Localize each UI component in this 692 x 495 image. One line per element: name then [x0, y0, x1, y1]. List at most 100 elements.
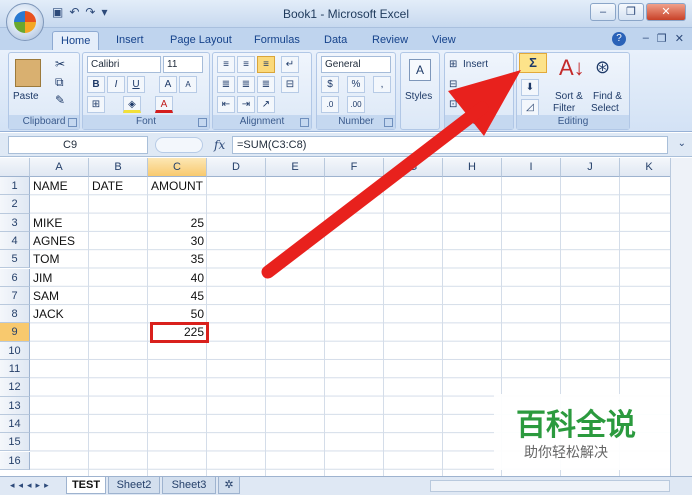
cut-icon[interactable]: ✂	[55, 57, 65, 71]
fill-color-icon[interactable]: ◈	[123, 96, 141, 113]
maximize-button[interactable]: ❐	[618, 3, 644, 21]
insert-cells-icon[interactable]: ⊞	[449, 59, 457, 70]
align-right-icon[interactable]: ≣	[257, 76, 275, 93]
sheet-tab-sheet3[interactable]: Sheet3	[162, 477, 216, 494]
orientation-icon[interactable]: ↗	[257, 96, 275, 113]
cell-a4[interactable]: AGNES	[33, 232, 86, 250]
comma-icon[interactable]: ,	[373, 76, 391, 93]
insert-cells-button[interactable]: Insert	[463, 59, 488, 70]
grow-font-button[interactable]: A	[159, 76, 177, 93]
column-header-i[interactable]: I	[502, 158, 561, 177]
shrink-font-button[interactable]: A	[179, 76, 197, 93]
cell-c6[interactable]: 40	[151, 269, 204, 287]
align-center-icon[interactable]: ≣	[237, 76, 255, 93]
cell-a7[interactable]: SAM	[33, 287, 86, 305]
increase-decimal-icon[interactable]: .0	[321, 96, 339, 113]
percent-icon[interactable]: %	[347, 76, 365, 93]
currency-icon[interactable]: $	[321, 76, 339, 93]
cell-b1[interactable]: DATE	[92, 177, 145, 195]
styles-icon[interactable]: A	[409, 59, 431, 81]
insert-function-icon[interactable]: fx	[214, 138, 225, 152]
tab-insert[interactable]: Insert	[108, 31, 152, 50]
italic-button[interactable]: I	[107, 76, 125, 93]
decrease-indent-icon[interactable]: ⇤	[217, 96, 235, 113]
tab-home[interactable]: Home	[52, 31, 100, 50]
align-left-icon[interactable]: ≣	[217, 76, 235, 93]
clipboard-launcher-icon[interactable]	[68, 118, 77, 127]
styles-button[interactable]: Styles	[405, 91, 432, 102]
column-header-c[interactable]: C	[148, 158, 207, 177]
name-box[interactable]: C9	[8, 136, 148, 154]
row-header-3[interactable]: 3	[0, 213, 30, 232]
cell-a1[interactable]: NAME	[33, 177, 86, 195]
row-header-9[interactable]: 9	[0, 323, 30, 342]
row-header-1[interactable]: 1	[0, 177, 30, 196]
column-header-e[interactable]: E	[266, 158, 325, 177]
font-size-select[interactable]: 11	[163, 56, 203, 73]
horizontal-scrollbar[interactable]	[430, 480, 670, 492]
workbook-close-icon[interactable]: ✕	[675, 32, 684, 45]
help-icon[interactable]: ?	[612, 32, 626, 46]
sort-filter-label-line2[interactable]: Filter	[553, 103, 575, 114]
expand-formula-icon[interactable]: ⌄	[678, 138, 686, 149]
number-launcher-icon[interactable]	[384, 118, 393, 127]
minimize-button[interactable]: –	[590, 3, 616, 21]
vertical-scrollbar[interactable]	[670, 158, 692, 476]
column-header-g[interactable]: G	[384, 158, 443, 177]
tab-review[interactable]: Review	[364, 31, 416, 50]
number-format-select[interactable]: General	[321, 56, 391, 73]
row-header-14[interactable]: 14	[0, 414, 30, 434]
row-header-8[interactable]: 8	[0, 305, 30, 324]
cell-c8[interactable]: 50	[151, 305, 204, 323]
row-header-5[interactable]: 5	[0, 250, 30, 269]
bottom-align-icon[interactable]: ≡	[257, 56, 275, 73]
column-header-k[interactable]: K	[620, 158, 670, 177]
delete-cells-icon[interactable]: ⊟	[449, 79, 457, 90]
workbook-restore-icon[interactable]: ❐	[657, 32, 667, 45]
row-header-16[interactable]: 16	[0, 451, 30, 470]
middle-align-icon[interactable]: ≡	[237, 56, 255, 73]
row-header-10[interactable]: 10	[0, 341, 30, 360]
cell-c5[interactable]: 35	[151, 250, 204, 268]
row-header-13[interactable]: 13	[0, 396, 30, 415]
row-header-7[interactable]: 7	[0, 286, 30, 306]
underline-button[interactable]: U	[127, 76, 145, 93]
increase-indent-icon[interactable]: ⇥	[237, 96, 255, 113]
binoculars-icon[interactable]: ⊛	[595, 57, 610, 78]
sort-filter-icon[interactable]: A↓	[559, 55, 585, 81]
column-header-b[interactable]: B	[89, 158, 148, 177]
tab-formulas[interactable]: Formulas	[246, 31, 308, 50]
close-button[interactable]: ✕	[646, 3, 686, 21]
top-align-icon[interactable]: ≡	[217, 56, 235, 73]
cell-a5[interactable]: TOM	[33, 250, 86, 268]
paste-button[interactable]: Paste	[13, 91, 39, 102]
column-header-a[interactable]: A	[30, 158, 89, 177]
row-header-12[interactable]: 12	[0, 378, 30, 397]
column-header-h[interactable]: H	[443, 158, 502, 177]
formula-bar-button[interactable]	[155, 137, 203, 153]
tab-data[interactable]: Data	[316, 31, 355, 50]
insert-sheet-icon[interactable]: ✲	[218, 477, 240, 494]
format-cells-icon[interactable]: ⊡	[449, 99, 457, 110]
borders-icon[interactable]: ⊞	[87, 96, 105, 113]
formula-input[interactable]: =SUM(C3:C8)	[232, 136, 668, 154]
row-header-2[interactable]: 2	[0, 195, 30, 214]
sheet-tab-sheet2[interactable]: Sheet2	[108, 477, 160, 494]
merge-center-icon[interactable]: ⊟	[281, 76, 299, 93]
row-header-11[interactable]: 11	[0, 360, 30, 379]
sheet-tab-test[interactable]: TEST	[66, 477, 106, 494]
copy-icon[interactable]: ⧉	[55, 75, 64, 90]
row-header-15[interactable]: 15	[0, 433, 30, 452]
find-select-label-line2[interactable]: Select	[591, 103, 619, 114]
fill-icon[interactable]: ⬇	[521, 79, 539, 96]
sheet-nav-arrows-icon[interactable]: ◂◂◂▸▸	[10, 480, 53, 491]
alignment-launcher-icon[interactable]	[300, 118, 309, 127]
cell-a6[interactable]: JIM	[33, 269, 86, 287]
selected-cell-c9[interactable]	[150, 322, 209, 343]
format-painter-icon[interactable]: ✎	[55, 93, 65, 107]
column-header-f[interactable]: F	[325, 158, 384, 177]
font-name-select[interactable]: Calibri	[87, 56, 161, 73]
office-button[interactable]	[6, 3, 44, 41]
column-header-j[interactable]: J	[561, 158, 620, 177]
clear-icon[interactable]: ◿	[521, 99, 539, 116]
